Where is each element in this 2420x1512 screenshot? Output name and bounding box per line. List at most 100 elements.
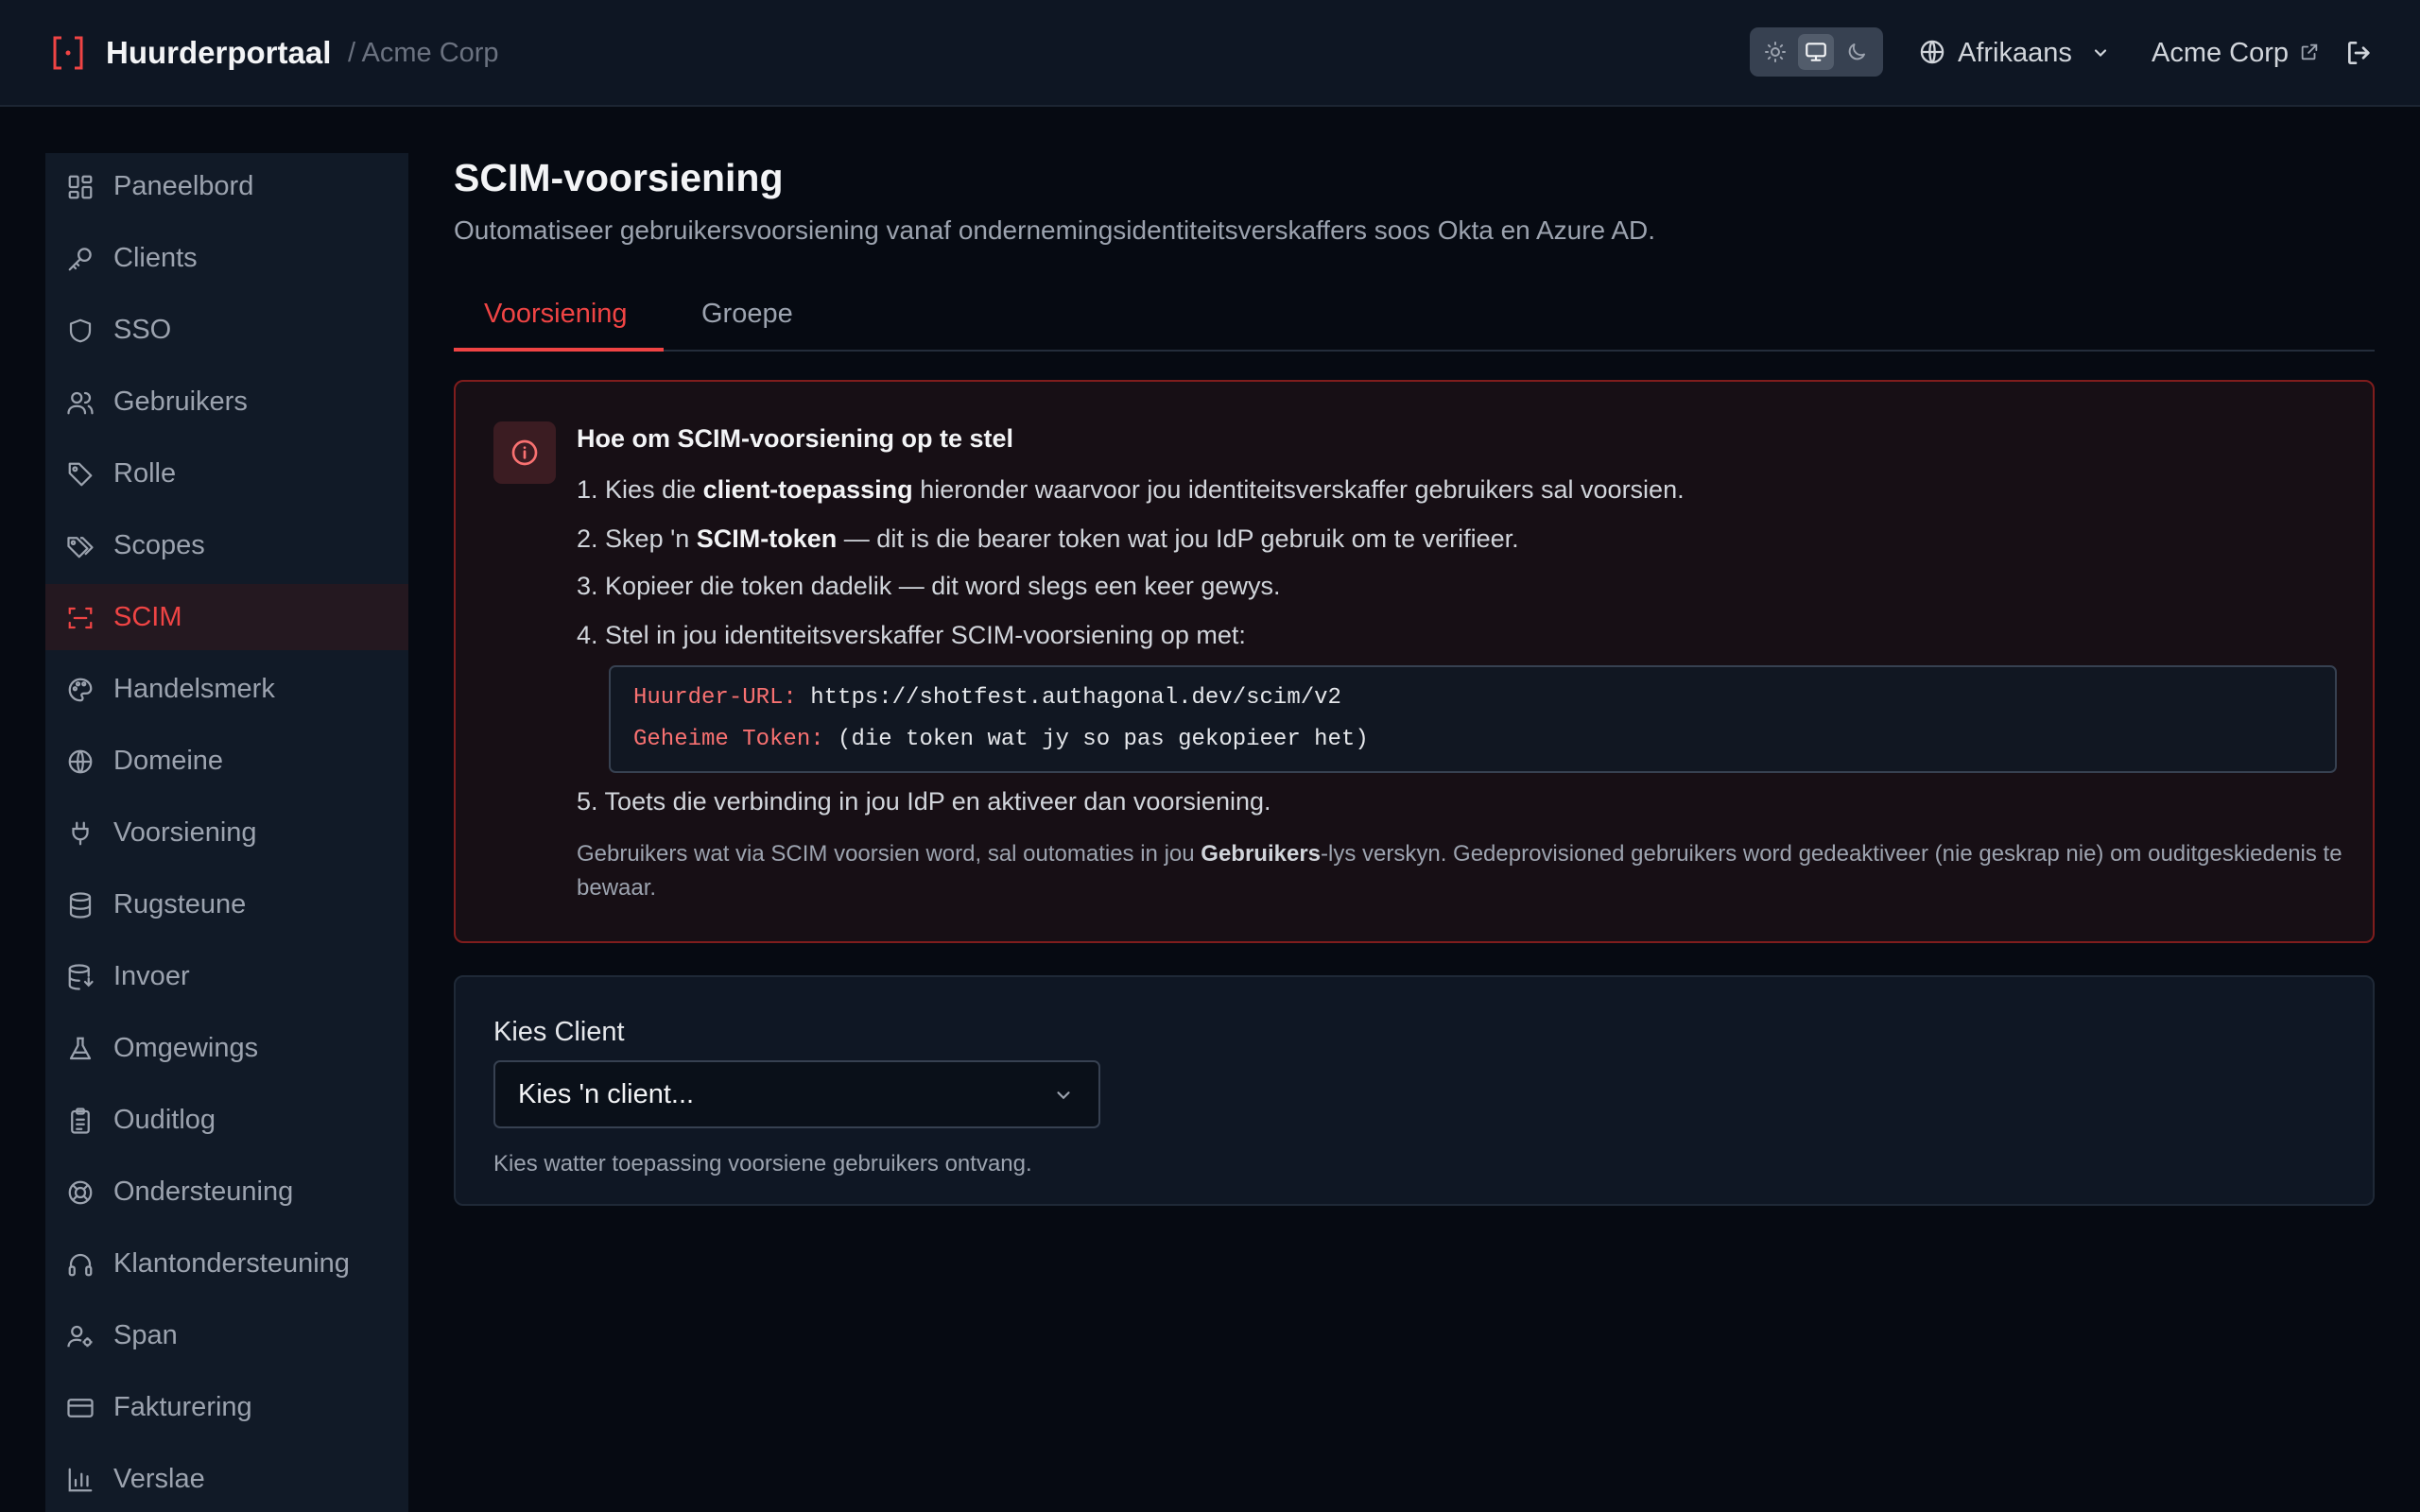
globe-icon: [1919, 39, 1945, 65]
scan-icon: [68, 607, 93, 629]
theme-dark-button[interactable]: [1839, 34, 1875, 70]
active-tab-indicator: [454, 348, 664, 352]
sidebar-item-omgewings[interactable]: Omgewings: [45, 1015, 408, 1081]
sidebar-item-label: Verslae: [113, 1464, 205, 1494]
sidebar-item-label: Rolle: [113, 458, 177, 489]
sidebar-item-label: SCIM: [113, 602, 182, 632]
page-title: SCIM-voorsiening: [454, 156, 784, 199]
sidebar-item-label: Fakturering: [113, 1392, 252, 1422]
sidebar-item-gebruikers[interactable]: Gebruikers: [45, 369, 408, 435]
tab-bar: Voorsiening Groepe: [454, 284, 2375, 352]
secret-token-line: Geheime Token: (die token wat jy so pas …: [633, 727, 1369, 752]
shield-icon: [69, 318, 92, 343]
sidebar-item-domeine[interactable]: Domeine: [45, 728, 408, 794]
credit-card-icon: [67, 1399, 94, 1418]
sidebar-item-clients[interactable]: Clients: [45, 225, 408, 291]
lifebuoy-icon: [68, 1180, 93, 1205]
client-picker-help: Kies watter toepassing voorsiene gebruik…: [493, 1151, 1032, 1177]
headphones-icon: [68, 1253, 93, 1277]
sidebar-item-handelsmerk[interactable]: Handelsmerk: [45, 656, 408, 722]
palette-icon: [68, 678, 93, 702]
sidebar-item-label: Domeine: [113, 746, 224, 776]
sidebar-item-label: Ondersteuning: [113, 1177, 294, 1207]
key-icon: [68, 248, 92, 271]
sidebar-item-rolle[interactable]: Rolle: [45, 440, 408, 507]
sidebar-item-paneelbord[interactable]: Paneelbord: [45, 153, 408, 219]
step-3: 3. Kopieer die token dadelik — dit word …: [577, 572, 1281, 600]
sidebar-item-label: Ouditlog: [113, 1105, 216, 1135]
sidebar-item-scopes[interactable]: Scopes: [45, 512, 408, 578]
brand-logo-icon: [51, 34, 85, 72]
moon-icon: [1848, 43, 1865, 60]
theme-switcher: [1750, 27, 1883, 77]
plug-icon: [72, 821, 89, 846]
sidebar-item-label: Klantondersteuning: [113, 1248, 350, 1279]
sidebar-item-sso[interactable]: SSO: [45, 297, 408, 363]
sun-icon: [1765, 42, 1786, 62]
user-cog-icon: [67, 1325, 93, 1348]
sidebar-item-label: Paneelbord: [113, 171, 254, 201]
tenant-breadcrumb: / Acme Corp: [348, 38, 499, 68]
sidebar-item-invoer[interactable]: Invoer: [45, 943, 408, 1009]
sidebar-item-label: Clients: [113, 243, 198, 273]
page-subtitle: Outomatiseer gebruikersvoorsiening vanaf…: [454, 215, 1656, 245]
database-icon: [69, 892, 92, 919]
sidebar-item-span[interactable]: Span: [45, 1302, 408, 1368]
users-icon: [67, 391, 94, 415]
tag-icon: [68, 462, 93, 487]
sidebar-item-ondersteuning[interactable]: Ondersteuning: [45, 1159, 408, 1225]
sidebar-item-label: Invoer: [113, 961, 190, 991]
sidebar-item-label: Rugsteune: [113, 889, 247, 919]
sidebar-item-label: Omgewings: [113, 1033, 259, 1063]
info-icon: [493, 421, 556, 484]
sidebar-item-rugsteune[interactable]: Rugsteune: [45, 871, 408, 937]
app-name[interactable]: Huurderportaal: [106, 34, 331, 72]
sidebar-item-label: SSO: [113, 315, 172, 345]
scim-config-code-block: Huurder-URL: https://shotfest.authagonal…: [609, 665, 2337, 773]
sidebar-item-label: Span: [113, 1320, 178, 1350]
dashboard-icon: [68, 175, 93, 199]
client-select-value: Kies 'n client...: [518, 1079, 695, 1109]
chevron-down-icon: [2091, 43, 2110, 62]
chevron-down-icon: [1057, 1091, 1070, 1100]
sidebar-item-label: Scopes: [113, 530, 205, 560]
tab-groepe[interactable]: Groepe: [701, 293, 793, 335]
database-import-icon: [68, 964, 94, 990]
top-header: Huurderportaal / Acme Corp Afrikaans Acm…: [0, 0, 2420, 107]
sidebar-item-fakturering[interactable]: Fakturering: [45, 1374, 408, 1440]
clipboard-icon: [71, 1108, 90, 1134]
client-picker-card: Kies Client Kies 'n client... Kies watte…: [454, 975, 2375, 1206]
sidebar-item-label: Gebruikers: [113, 387, 248, 417]
monitor-icon: [1806, 43, 1826, 61]
tags-icon: [67, 537, 94, 558]
client-picker-label: Kies Client: [493, 1017, 625, 1047]
logout-icon[interactable]: [2344, 38, 2375, 68]
globe-icon: [68, 749, 93, 774]
language-selector[interactable]: Afrikaans: [1958, 34, 2072, 72]
external-link-icon: [2299, 42, 2320, 62]
instructions-heading: Hoe om SCIM-voorsiening op te stel: [577, 424, 1014, 453]
theme-light-button[interactable]: [1757, 34, 1793, 70]
tenant-url-line: Huurder-URL: https://shotfest.authagonal…: [633, 685, 1341, 711]
setup-instructions-panel: Hoe om SCIM-voorsiening op te stel 1. Ki…: [454, 380, 2375, 943]
sidebar-item-klantondersteuning[interactable]: Klantondersteuning: [45, 1230, 408, 1297]
flask-icon: [69, 1037, 92, 1060]
sidebar-item-verslae[interactable]: Verslae: [45, 1446, 408, 1512]
step-5: 5. Toets die verbinding in jou IdP en ak…: [577, 787, 1271, 816]
tenant-url-value[interactable]: https://shotfest.authagonal.dev/scim/v2: [810, 685, 1341, 711]
deprovision-note: Gebruikers wat via SCIM voorsien word, s…: [577, 841, 2342, 901]
sidebar: Paneelbord Clients SSO Gebruikers Rolle …: [45, 153, 408, 1512]
client-select[interactable]: Kies 'n client...: [493, 1060, 1100, 1128]
step-4: 4. Stel in jou identiteitsverskaffer SCI…: [577, 621, 1246, 649]
bar-chart-icon: [68, 1468, 93, 1492]
step-1: 1. Kies die client-toepassing hieronder …: [577, 475, 1685, 504]
sidebar-item-voorsiening[interactable]: Voorsiening: [45, 799, 408, 866]
sidebar-item-label: Handelsmerk: [113, 674, 275, 704]
sidebar-item-scim[interactable]: SCIM: [45, 584, 408, 650]
tenant-link[interactable]: Acme Corp: [2152, 34, 2289, 72]
sidebar-item-ouditlog[interactable]: Ouditlog: [45, 1087, 408, 1153]
tab-voorsiening[interactable]: Voorsiening: [484, 293, 628, 335]
sidebar-item-label: Voorsiening: [113, 817, 257, 848]
theme-system-button[interactable]: [1798, 34, 1834, 70]
step-2: 2. Skep 'n SCIM-token — dit is die beare…: [577, 524, 1519, 553]
